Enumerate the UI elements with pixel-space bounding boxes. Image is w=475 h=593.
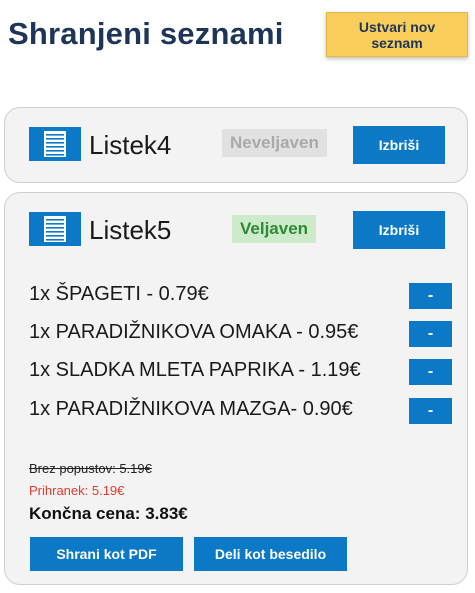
save-pdf-button[interactable]: Shrani kot PDF xyxy=(30,537,183,571)
list-name[interactable]: Listek5 xyxy=(89,215,171,246)
list-card: Listek4 Neveljaven Izbriši xyxy=(4,107,468,183)
list-icon xyxy=(29,212,81,246)
delete-button[interactable]: Izbriši xyxy=(353,211,445,249)
remove-item-button[interactable]: - xyxy=(409,321,452,347)
price-without-discount: Brez popustov: 5.19€ xyxy=(29,461,152,476)
remove-item-button[interactable]: - xyxy=(409,283,452,309)
list-item: 1x PARADIŽNIKOVA MAZGA- 0.90€ xyxy=(29,398,353,420)
list-item: 1x ŠPAGETI - 0.79€ xyxy=(29,283,209,305)
share-text-button[interactable]: Deli kot besedilo xyxy=(194,537,347,571)
create-list-label: Ustvari nov seznam xyxy=(358,18,436,51)
page-title: Shranjeni seznami xyxy=(8,16,284,51)
list-item: 1x PARADIŽNIKOVA OMAKA - 0.95€ xyxy=(29,321,359,343)
create-list-button[interactable]: Ustvari nov seznam xyxy=(326,12,468,57)
status-badge: Neveljaven xyxy=(222,129,327,157)
savings-amount: Prihranek: 5.19€ xyxy=(29,483,125,498)
remove-item-button[interactable]: - xyxy=(409,359,452,385)
remove-item-button[interactable]: - xyxy=(409,398,452,424)
status-badge: Veljaven xyxy=(232,215,317,243)
delete-button[interactable]: Izbriši xyxy=(353,126,445,164)
list-icon xyxy=(29,127,81,161)
list-item: 1x SLADKA MLETA PAPRIKA - 1.19€ xyxy=(29,359,361,381)
list-name[interactable]: Listek4 xyxy=(89,130,171,161)
final-price: Končna cena: 3.83€ xyxy=(29,504,188,523)
list-card: Listek5 Veljaven Izbriši 1x ŠPAGETI - 0.… xyxy=(4,192,468,585)
